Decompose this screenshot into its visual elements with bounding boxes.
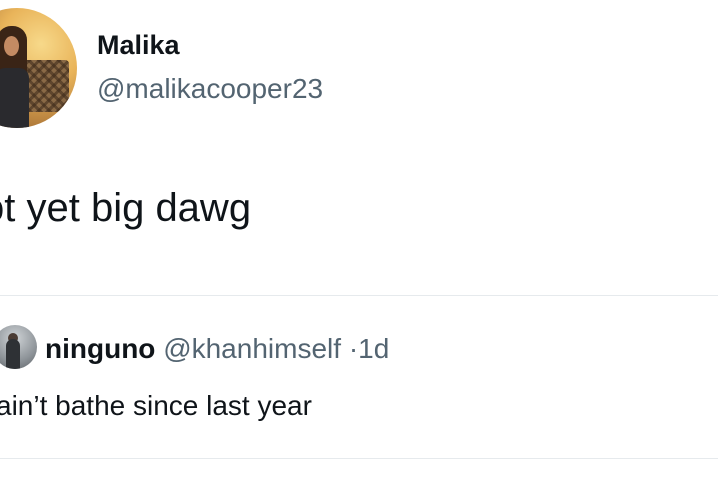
quoted-avatar-body [6, 339, 20, 369]
quoted-header-separator: · [348, 333, 359, 364]
avatar-photo-face [4, 36, 19, 56]
quoted-author-display-name[interactable]: ninguno [45, 333, 155, 364]
quote-top-divider [0, 295, 718, 296]
avatar-photo-body [0, 68, 29, 128]
author-handle[interactable]: @malikacooper23 [97, 73, 323, 105]
author-avatar[interactable] [0, 8, 77, 128]
quoted-author-handle[interactable]: @khanhimself [163, 333, 341, 364]
tweet-screenshot: Malika @malikacooper23 ot yet big dawg n… [0, 0, 718, 479]
tweet-text: ot yet big dawg [0, 186, 252, 230]
quoted-tweet-header[interactable]: ninguno @khanhimself ·1d [45, 333, 389, 365]
quote-bottom-divider [0, 458, 718, 459]
quoted-tweet-text: ain’t bathe since last year [0, 390, 312, 421]
quoted-author-avatar[interactable] [0, 325, 37, 369]
author-display-name[interactable]: Malika [97, 30, 180, 61]
quoted-tweet-timestamp[interactable]: 1d [358, 333, 389, 364]
